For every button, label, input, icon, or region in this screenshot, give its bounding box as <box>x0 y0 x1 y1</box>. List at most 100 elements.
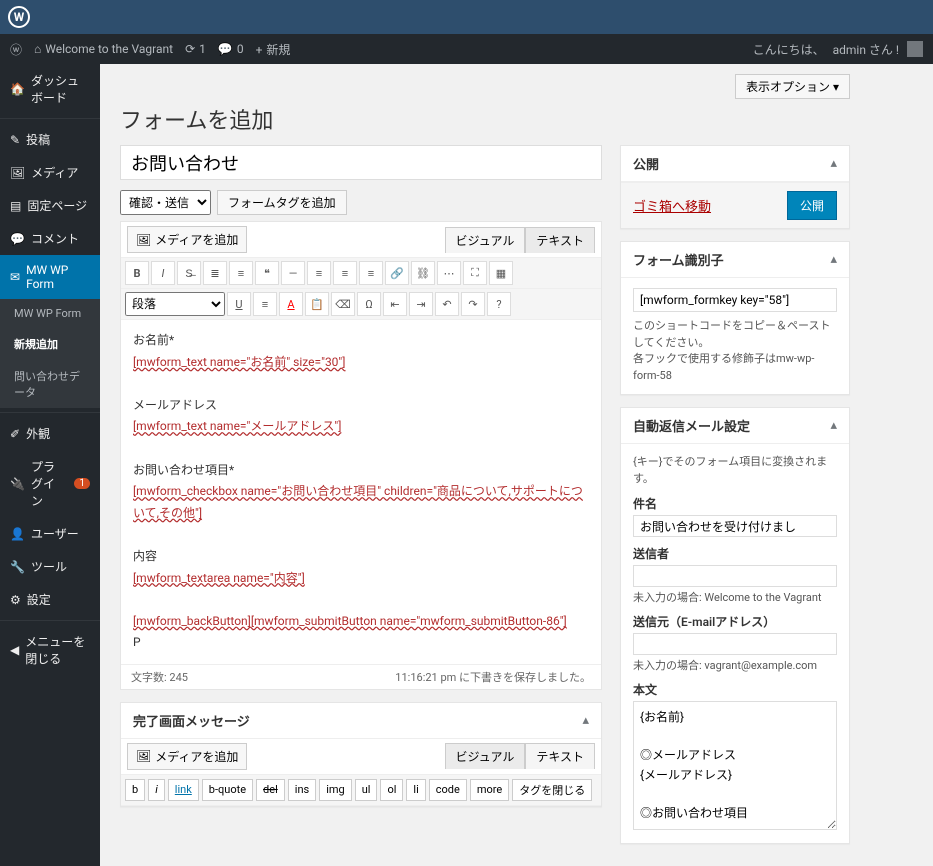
help-button[interactable]: ? <box>487 292 511 316</box>
sidebar-mwwpform-data[interactable]: 問い合わせデータ <box>0 360 100 408</box>
outdent-button[interactable]: ⇤ <box>383 292 407 316</box>
align-center-button[interactable]: ≡ <box>333 261 357 285</box>
align-left-button[interactable]: ≡ <box>307 261 331 285</box>
textcolor-button[interactable]: A <box>279 292 303 316</box>
complete-tab-visual[interactable]: ビジュアル <box>445 743 526 769</box>
sidebar-settings[interactable]: ⚙設定 <box>0 583 100 616</box>
qt-link[interactable]: link <box>168 779 199 801</box>
more-button[interactable]: ⋯ <box>437 261 461 285</box>
editor-textarea[interactable]: お名前* [mwform_text name="お名前" size="30"] … <box>121 320 601 664</box>
qt-bquote[interactable]: b-quote <box>202 779 253 801</box>
publish-box: 公開 ▴ ゴミ箱へ移動 公開 <box>620 145 850 229</box>
site-title-link[interactable]: ⌂Welcome to the Vagrant <box>34 42 173 56</box>
qt-ins[interactable]: ins <box>288 779 316 801</box>
body-textarea[interactable] <box>633 701 837 830</box>
qt-del[interactable]: del <box>256 779 285 801</box>
screen-options-button[interactable]: 表示オプション ▾ <box>735 74 850 99</box>
comments-count[interactable]: 💬0 <box>218 42 244 56</box>
toggle-icon[interactable]: ▴ <box>830 156 837 171</box>
identifier-title: フォーム識別子 <box>633 250 724 269</box>
ol-button[interactable]: ≡ <box>229 261 253 285</box>
bold-button[interactable]: B <box>125 261 149 285</box>
from-note: 未入力の場合: vagrant@example.com <box>633 657 837 673</box>
link-button[interactable]: 🔗 <box>385 261 409 285</box>
format-select[interactable]: 段落 <box>125 292 225 316</box>
qt-ul[interactable]: ul <box>355 779 378 801</box>
paste-text-button[interactable]: 📋 <box>305 292 329 316</box>
trash-link[interactable]: ゴミ箱へ移動 <box>633 196 711 215</box>
avatar-icon[interactable] <box>907 41 923 57</box>
sidebar-mwwpform-list[interactable]: MW WP Form <box>0 299 100 328</box>
sidebar-collapse[interactable]: ◀メニューを閉じる <box>0 625 100 675</box>
ul-button[interactable]: ≣ <box>203 261 227 285</box>
form-identifier-box: フォーム識別子 ▴ このショートコードをコピー＆ペーストしてください。 各フック… <box>620 241 850 395</box>
qt-img[interactable]: img <box>319 779 352 801</box>
toggle-icon[interactable]: ▴ <box>830 418 837 433</box>
from-input[interactable] <box>633 633 837 655</box>
sidebar-media[interactable]: 🖼メディア <box>0 156 100 189</box>
undo-button[interactable]: ↶ <box>435 292 459 316</box>
username-link[interactable]: admin さん ! <box>833 41 899 58</box>
sidebar-tools[interactable]: 🔧ツール <box>0 550 100 583</box>
complete-add-media-button[interactable]: 🖼メディアを追加 <box>127 743 247 770</box>
plugin-icon: 🔌 <box>10 477 25 491</box>
admin-sidebar: 🏠ダッシュボード ✎投稿 🖼メディア ▤固定ページ 💬コメント ✉MW WP F… <box>0 64 100 866</box>
underline-button[interactable]: U <box>227 292 251 316</box>
align-right-button[interactable]: ≡ <box>359 261 383 285</box>
autosave-note: 11:16:21 pm に下書きを保存しました。 <box>395 669 591 685</box>
tab-visual[interactable]: ビジュアル <box>445 227 526 253</box>
complete-tab-text[interactable]: テキスト <box>525 743 595 769</box>
shortcode-input[interactable] <box>633 288 837 312</box>
sidebar-posts[interactable]: ✎投稿 <box>0 123 100 156</box>
sidebar-dashboard[interactable]: 🏠ダッシュボード <box>0 64 100 114</box>
qt-b[interactable]: b <box>125 779 145 801</box>
sidebar-mwwpform[interactable]: ✉MW WP Form <box>0 255 100 299</box>
complete-title: 完了画面メッセージ <box>133 711 250 730</box>
special-char-button[interactable]: Ω <box>357 292 381 316</box>
wp-menu-icon[interactable]: ⓦ <box>10 41 22 58</box>
add-form-tag-button[interactable]: フォームタグを追加 <box>217 190 347 215</box>
refresh-count[interactable]: ⟳1 <box>185 42 206 56</box>
sidebar-mwwpform-add[interactable]: 新規追加 <box>0 328 100 360</box>
qt-code[interactable]: code <box>429 779 467 801</box>
sidebar-pages[interactable]: ▤固定ページ <box>0 189 100 222</box>
qt-ol[interactable]: ol <box>380 779 403 801</box>
qt-close[interactable]: タグを閉じる <box>512 779 592 801</box>
page-icon: ▤ <box>10 199 21 213</box>
automail-desc: {キー}でそのフォーム項目に変換されます。 <box>633 454 837 487</box>
confirm-submit-select[interactable]: 確認・送信 <box>120 190 211 215</box>
clear-format-button[interactable]: ⌫ <box>331 292 355 316</box>
redo-button[interactable]: ↷ <box>461 292 485 316</box>
qt-i[interactable]: i <box>148 779 165 801</box>
sidebar-appearance[interactable]: ✐外観 <box>0 417 100 450</box>
qt-li[interactable]: li <box>406 779 425 801</box>
justify-button[interactable]: ≡ <box>253 292 277 316</box>
toggle-icon[interactable]: ▴ <box>830 252 837 267</box>
quote-button[interactable]: ❝ <box>255 261 279 285</box>
strike-button[interactable]: S̶ <box>177 261 201 285</box>
toolbar-toggle-button[interactable]: ▦ <box>489 261 513 285</box>
new-content-link[interactable]: +新規 <box>256 41 291 58</box>
quicktags-toolbar: b i link b-quote del ins img ul ol li co… <box>121 775 601 806</box>
hr-button[interactable]: — <box>281 261 305 285</box>
fullscreen-button[interactable]: ⛶ <box>463 261 487 285</box>
media-icon: 🖼 <box>136 233 151 247</box>
publish-button[interactable]: 公開 <box>787 191 837 220</box>
unlink-button[interactable]: ⛓ <box>411 261 435 285</box>
indent-button[interactable]: ⇥ <box>409 292 433 316</box>
word-count: 文字数: 245 <box>131 669 188 685</box>
automail-title: 自動返信メール設定 <box>633 416 750 435</box>
sender-input[interactable] <box>633 565 837 587</box>
toggle-icon[interactable]: ▴ <box>582 713 589 728</box>
italic-button[interactable]: I <box>151 261 175 285</box>
post-title-input[interactable] <box>120 145 602 180</box>
sidebar-comments[interactable]: 💬コメント <box>0 222 100 255</box>
form-icon: ✉ <box>10 270 20 284</box>
sidebar-plugins[interactable]: 🔌プラグイン1 <box>0 450 100 517</box>
qt-more[interactable]: more <box>470 779 509 801</box>
sender-label: 送信者 <box>633 545 837 562</box>
add-media-button[interactable]: 🖼メディアを追加 <box>127 226 247 253</box>
wp-logo-icon[interactable]: W <box>8 6 30 28</box>
from-label: 送信元（E-mailアドレス） <box>633 613 837 630</box>
tab-text[interactable]: テキスト <box>525 227 595 253</box>
